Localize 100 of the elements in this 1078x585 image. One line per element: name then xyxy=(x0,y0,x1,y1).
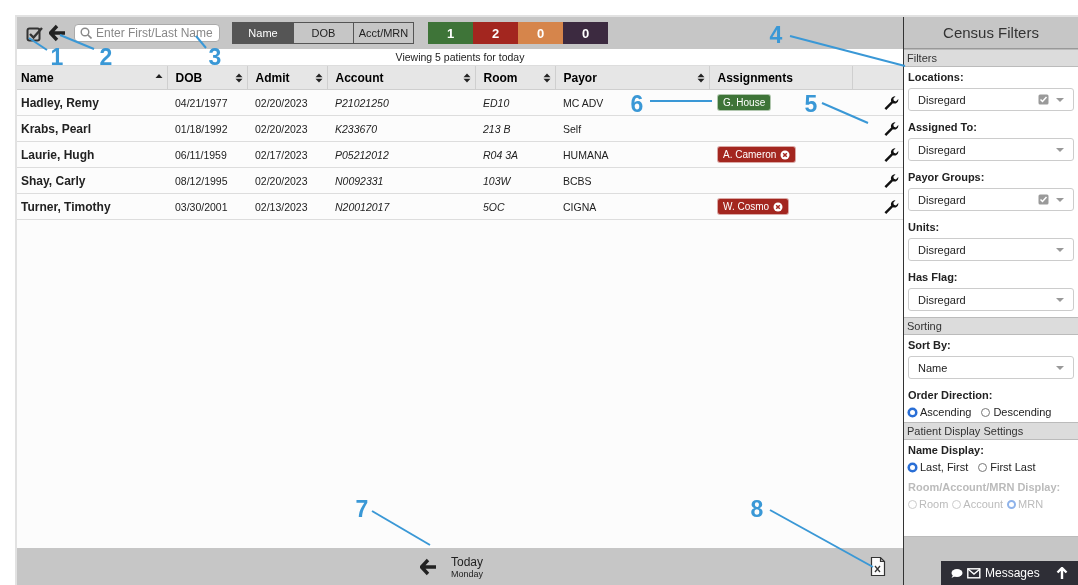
checkbox-icon xyxy=(1038,194,1049,205)
chat-icon xyxy=(951,567,963,579)
radio-button[interactable] xyxy=(978,462,988,472)
up-arrow-icon[interactable] xyxy=(1056,566,1068,580)
dropdown[interactable]: Disregard xyxy=(908,188,1074,211)
count-badge[interactable]: 2 xyxy=(473,22,518,44)
envelope-icon xyxy=(967,567,981,579)
table-cell: 02/17/2023 xyxy=(255,148,308,161)
sort-icon[interactable] xyxy=(462,72,471,83)
wrench-icon[interactable] xyxy=(883,172,899,189)
radio-option[interactable]: Ascending xyxy=(908,406,972,418)
search-field[interactable]: Enter First/Last Name xyxy=(74,24,220,42)
callout-number: 4 xyxy=(769,22,783,48)
caret-icon xyxy=(1055,364,1065,371)
table-cell: MC ADV xyxy=(563,96,604,109)
dropdown[interactable]: Disregard xyxy=(908,88,1074,111)
wrench-icon[interactable] xyxy=(883,198,899,215)
table-cell: 02/20/2023 xyxy=(255,174,308,187)
callout-number: 3 xyxy=(208,44,222,70)
field-label: Payor Groups: xyxy=(908,171,986,183)
leader-line xyxy=(821,102,869,124)
patient-name: Krabs, Pearl xyxy=(21,121,92,136)
caret-icon xyxy=(1055,296,1065,303)
patient-name: Laurie, Hugh xyxy=(21,147,95,162)
table-cell: HUMANA xyxy=(563,148,609,161)
table-cell: 02/20/2023 xyxy=(255,122,308,135)
radio-button[interactable] xyxy=(908,407,917,417)
callout-number: 7 xyxy=(355,496,369,522)
table-cell: 103W xyxy=(483,174,511,187)
patient-name: Shay, Carly xyxy=(21,173,86,188)
assignment-tag[interactable]: G. House xyxy=(717,94,772,111)
field-label: Locations: xyxy=(908,71,965,83)
radio-option[interactable]: First Last xyxy=(978,461,1036,473)
spreadsheet-file-icon[interactable] xyxy=(870,556,887,577)
section-header: Sorting xyxy=(904,317,1078,335)
dropdown[interactable]: Name xyxy=(908,356,1074,379)
table-cell: BCBS xyxy=(563,174,592,187)
wrench-icon[interactable] xyxy=(883,94,899,111)
caret-icon xyxy=(1055,96,1065,103)
table-cell: 04/21/1977 xyxy=(175,96,228,109)
table-cell: Self xyxy=(563,122,582,135)
leader-line xyxy=(195,35,207,49)
section-header: Patient Display Settings xyxy=(904,422,1078,440)
sort-icon[interactable] xyxy=(314,72,323,83)
field-label: Room/Account/MRN Display: xyxy=(908,481,1062,493)
leader-line xyxy=(59,34,95,50)
callout-number: 6 xyxy=(630,91,644,117)
callout-number: 5 xyxy=(804,91,818,117)
back-arrow-icon[interactable] xyxy=(49,24,66,42)
dropdown[interactable]: Disregard xyxy=(908,288,1074,311)
previous-day-arrow-icon[interactable] xyxy=(420,557,437,576)
search-mode-tab[interactable]: Name xyxy=(233,23,293,43)
table-cell: N20012017 xyxy=(335,200,390,213)
table-cell: 02/20/2023 xyxy=(255,96,308,109)
leader-line xyxy=(28,37,48,51)
remove-icon[interactable] xyxy=(780,149,791,160)
callout-number: 1 xyxy=(50,44,64,70)
field-label: Sort By: xyxy=(908,339,952,351)
table-cell: N0092331 xyxy=(335,174,384,187)
callout-number: 2 xyxy=(99,44,113,70)
table-cell: P21021250 xyxy=(335,96,389,109)
remove-icon[interactable] xyxy=(773,201,784,212)
sort-icon[interactable] xyxy=(696,72,705,83)
table-cell: R04 3A xyxy=(483,148,519,161)
status-text: Viewing 5 patients for today xyxy=(395,51,525,63)
dropdown[interactable]: Disregard xyxy=(908,138,1074,161)
table-cell: P05212012 xyxy=(335,148,389,161)
table-cell: ED10 xyxy=(483,96,510,109)
assignment-tag[interactable]: A. Cameron xyxy=(717,146,797,163)
sort-icon[interactable] xyxy=(234,72,243,83)
field-label: Order Direction: xyxy=(908,389,994,401)
sort-icon[interactable] xyxy=(542,72,551,83)
wrench-icon[interactable] xyxy=(883,120,899,137)
messages-button[interactable]: Messages xyxy=(941,561,1078,585)
table-cell: CIGNA xyxy=(563,200,597,213)
checkbox-icon xyxy=(1038,94,1049,105)
table-cell: 03/30/2001 xyxy=(175,200,228,213)
count-badge[interactable]: 1 xyxy=(428,22,473,44)
radio-button[interactable] xyxy=(908,462,917,472)
field-label: Assigned To: xyxy=(908,121,978,133)
dropdown[interactable]: Disregard xyxy=(908,238,1074,261)
caret-icon xyxy=(1055,246,1065,253)
column-header[interactable]: Payor xyxy=(563,70,597,85)
table-cell: 06/11/1959 xyxy=(175,148,227,161)
field-label: Units: xyxy=(908,221,941,233)
wrench-icon[interactable] xyxy=(883,146,899,163)
patient-name: Turner, Timothy xyxy=(21,199,111,214)
day-label: Today xyxy=(451,554,484,569)
radio-option[interactable]: Last, First xyxy=(908,461,969,473)
leader-line xyxy=(371,510,431,546)
column-header[interactable]: Name xyxy=(21,70,54,85)
radio-button[interactable] xyxy=(981,407,991,417)
radio-option[interactable]: Descending xyxy=(981,406,1052,418)
caret-icon xyxy=(1055,146,1065,153)
leader-line xyxy=(649,100,713,102)
assignment-tag[interactable]: W. Cosmo xyxy=(717,198,790,215)
table-cell: 213 B xyxy=(483,122,511,135)
table-cell: K233670 xyxy=(335,122,378,135)
count-badge[interactable]: 0 xyxy=(563,22,608,44)
field-label: Has Flag: xyxy=(908,271,959,283)
